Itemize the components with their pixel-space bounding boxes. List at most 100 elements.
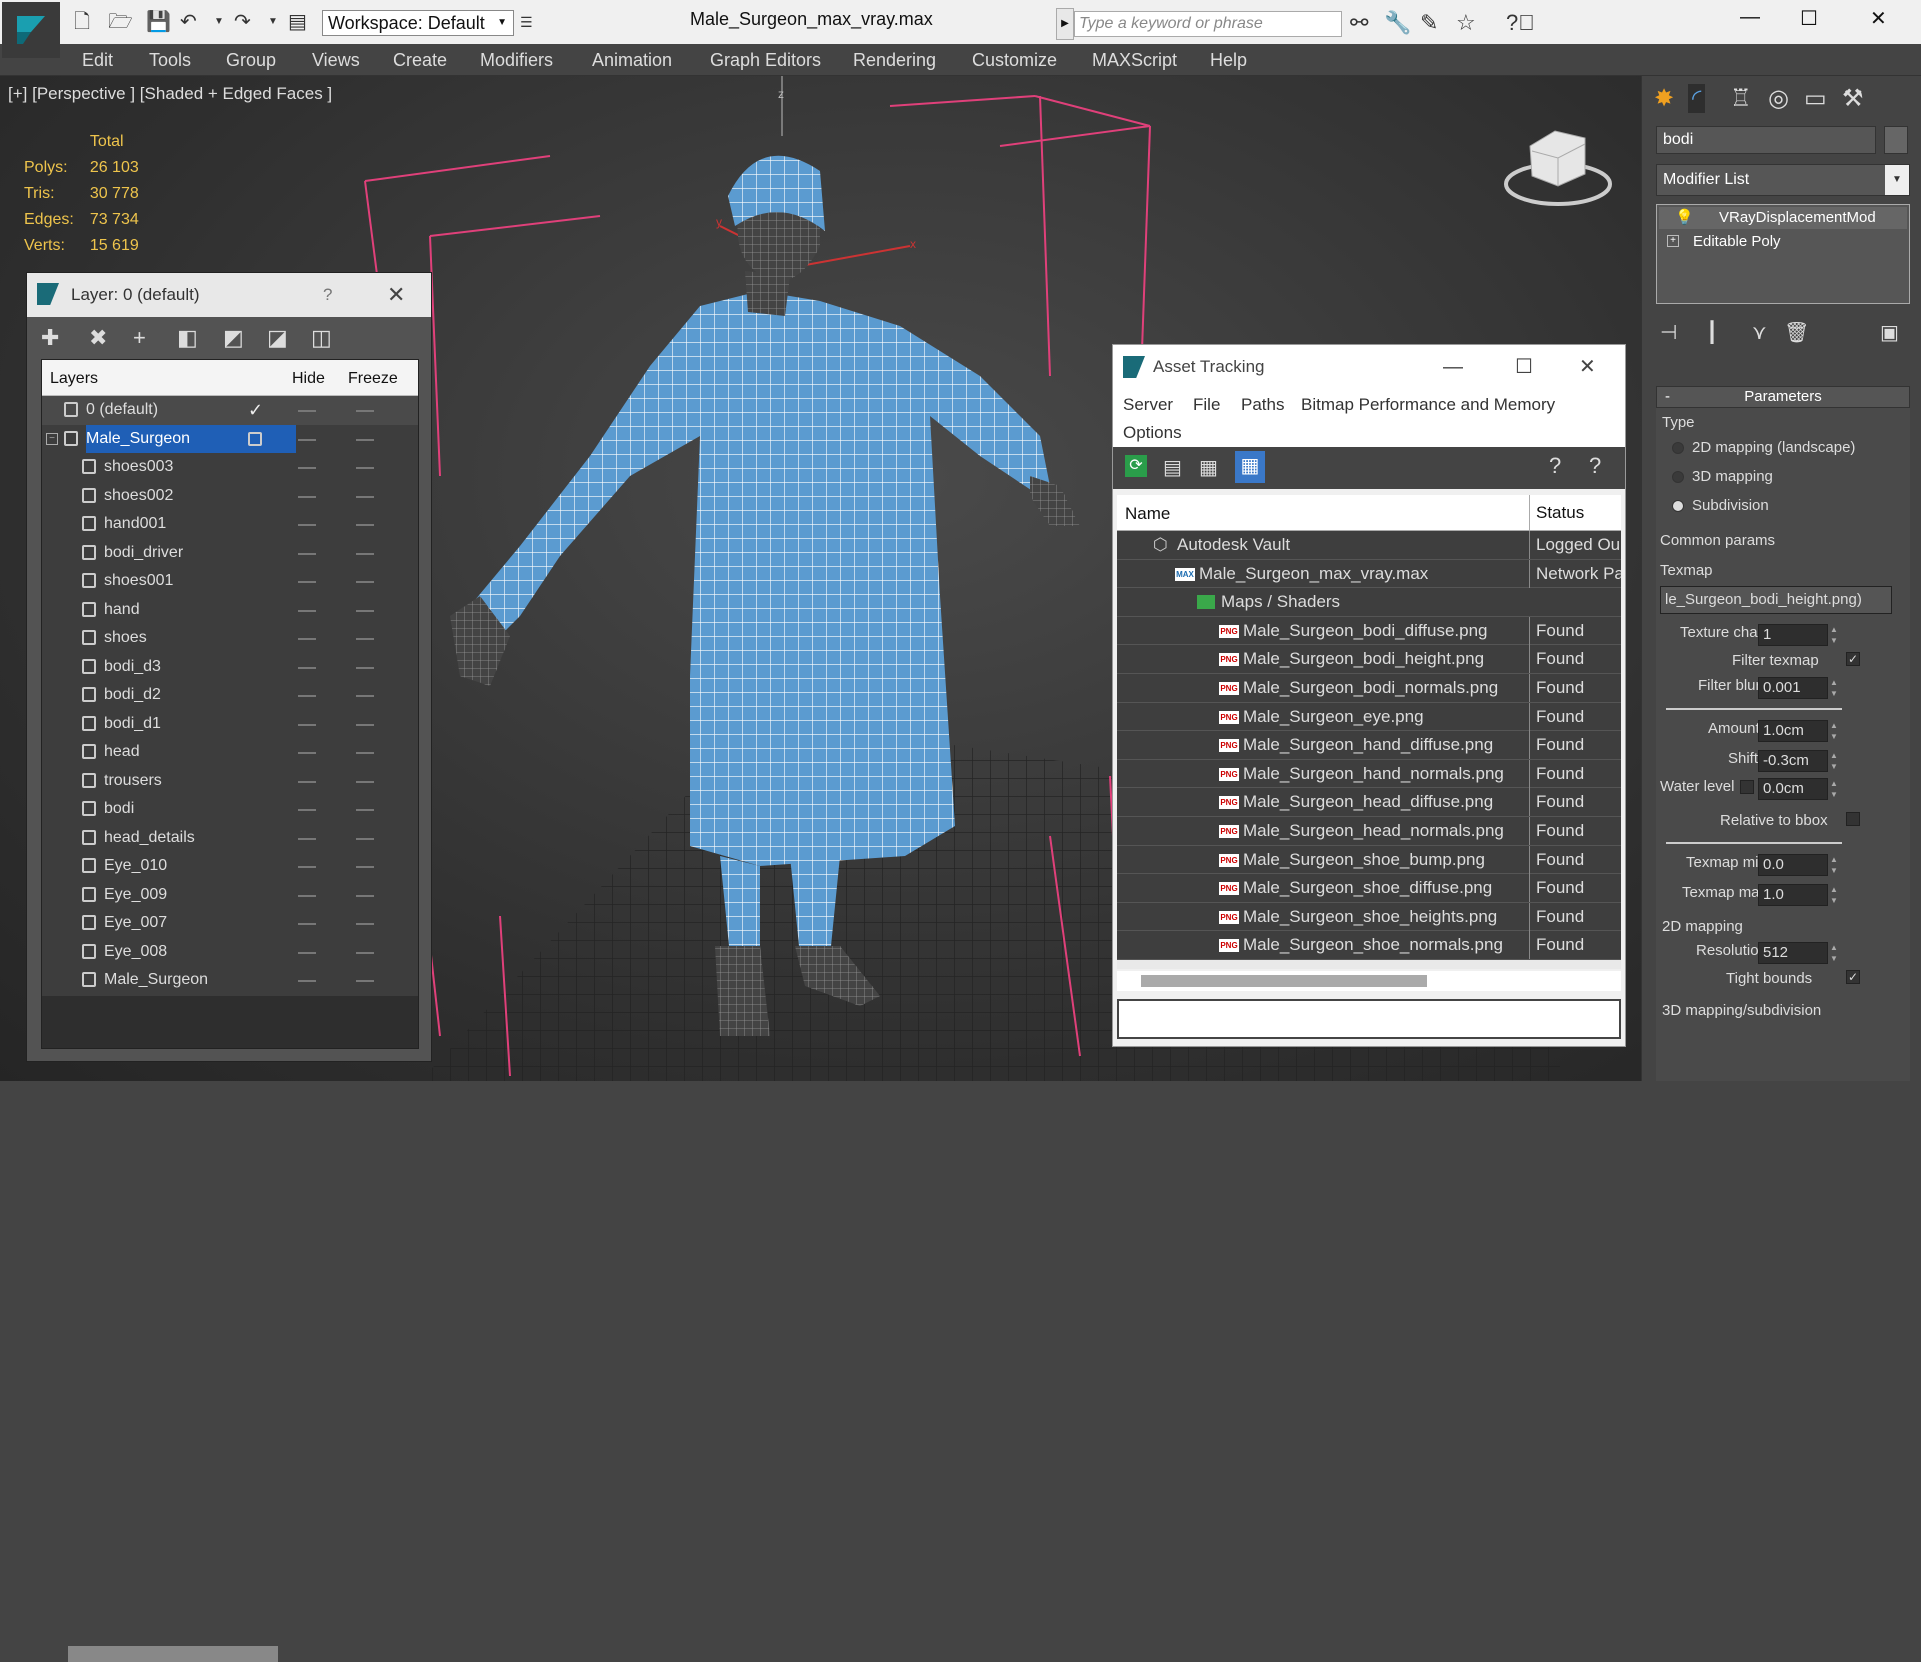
asset-row[interactable]: PNG Male_Surgeon_head_diffuse.png Found [1117, 788, 1621, 817]
hide-toggle[interactable] [298, 467, 316, 469]
layer-row[interactable]: hand [42, 596, 418, 625]
layer-row[interactable]: shoes [42, 624, 418, 653]
scroll-thumb[interactable] [1141, 975, 1427, 987]
radio-3d-mapping-label[interactable]: 3D mapping [1692, 468, 1773, 485]
filter-texmap-checkbox[interactable]: ✓ [1846, 652, 1860, 666]
list-view-icon[interactable]: ▤ [1163, 455, 1182, 480]
layer-name[interactable]: head [104, 738, 140, 766]
stack-item-vraydisplacementmod[interactable]: 💡 VRayDisplacementMod [1659, 207, 1907, 229]
asset-row[interactable]: PNG Male_Surgeon_shoe_normals.png Found [1117, 931, 1621, 960]
vault-help-icon[interactable]: ? [1549, 453, 1561, 479]
asset-row[interactable]: PNG Male_Surgeon_shoe_heights.png Found [1117, 902, 1621, 932]
spinner-arrows[interactable]: ▲ ▼ [1830, 778, 1840, 800]
radio-2d-mapping[interactable] [1672, 442, 1684, 454]
asset-help-icon[interactable]: ? [1589, 453, 1601, 479]
minimize-icon[interactable]: — [1443, 345, 1463, 389]
asset-path-field[interactable] [1117, 999, 1621, 1039]
spinner-arrows[interactable]: ▲ ▼ [1830, 677, 1840, 699]
asset-row[interactable]: MAX Male_Surgeon_max_vray.max Network Pa [1117, 559, 1621, 589]
spinner-arrows[interactable]: ▲ ▼ [1830, 884, 1840, 906]
workspace-menu-icon[interactable]: ☰ [520, 8, 533, 36]
layer-name[interactable]: 0 (default) [86, 396, 158, 424]
col-status[interactable]: Status [1529, 495, 1584, 531]
open-file-icon[interactable]: 🗁 [108, 8, 133, 36]
refresh-icon[interactable]: ⟳ [1125, 455, 1147, 477]
layer-row[interactable]: bodi_d3 [42, 653, 418, 682]
menu-server[interactable]: Server [1123, 395, 1173, 415]
asset-window-header[interactable]: Asset Tracking — ☐ ✕ [1113, 345, 1625, 389]
freeze-toggle[interactable] [356, 780, 374, 783]
layer-name[interactable]: bodi_driver [104, 539, 183, 567]
freeze-toggle[interactable] [356, 666, 374, 669]
layer-row[interactable]: bodi [42, 795, 418, 824]
asset-row[interactable]: Maps / Shaders [1117, 588, 1621, 617]
layer-name[interactable]: trousers [104, 767, 162, 795]
layer-name[interactable]: hand [104, 596, 140, 624]
menu-views[interactable]: Views [312, 50, 360, 71]
texture-chan-field[interactable]: 1 [1758, 624, 1828, 646]
asset-row[interactable]: PNG Male_Surgeon_eye.png Found [1117, 702, 1621, 732]
radio-2d-mapping-label[interactable]: 2D mapping (landscape) [1692, 439, 1855, 456]
asset-row[interactable]: PNG Male_Surgeon_bodi_normals.png Found [1117, 674, 1621, 703]
amount-field[interactable]: 1.0cm [1758, 720, 1828, 742]
hide-toggle[interactable] [298, 837, 316, 840]
parameters-header[interactable]: - Parameters [1656, 386, 1910, 408]
new-layer-icon[interactable]: ✚ [41, 325, 59, 351]
viewcube[interactable] [1504, 130, 1612, 206]
save-icon[interactable]: 💾 [146, 8, 171, 36]
select-objects-icon[interactable]: ◧ [177, 325, 198, 351]
freeze-toggle[interactable] [356, 866, 374, 868]
app-logo-icon[interactable] [2, 2, 60, 58]
hide-toggle[interactable] [298, 980, 316, 982]
layer-name[interactable]: Eye_008 [104, 938, 167, 966]
freeze-toggle[interactable] [356, 467, 374, 469]
filter-blur-field[interactable]: 0.001 [1758, 677, 1828, 699]
freeze-toggle[interactable] [356, 752, 374, 754]
col-freeze[interactable]: Freeze [348, 370, 398, 388]
asset-row[interactable]: PNG Male_Surgeon_hand_diffuse.png Found [1117, 731, 1621, 760]
radio-subdivision[interactable] [1672, 500, 1684, 512]
expand-plus-icon[interactable]: + [1667, 235, 1679, 247]
redo-icon[interactable]: ↷ [234, 8, 251, 36]
show-end-result-icon[interactable]: ┃ [1706, 320, 1718, 345]
layer-name[interactable]: Male_Surgeon [86, 424, 296, 453]
make-unique-icon[interactable]: ⋎ [1752, 320, 1767, 345]
object-color-swatch[interactable] [1884, 126, 1908, 154]
new-file-icon[interactable]: 🗋 [74, 8, 90, 36]
delete-layer-icon[interactable]: ✖ [89, 325, 107, 351]
radio-3d-mapping[interactable] [1672, 471, 1684, 483]
layer-row[interactable]: shoes001 [42, 567, 418, 596]
layer-row[interactable]: shoes002 [42, 482, 418, 511]
layer-row[interactable]: Male_Surgeon [42, 966, 418, 995]
close-icon[interactable]: ✕ [387, 273, 405, 317]
add-to-layer-icon[interactable]: + [133, 325, 146, 351]
active-check-icon[interactable]: ✓ [248, 396, 263, 424]
freeze-toggle[interactable] [356, 410, 374, 412]
close-icon[interactable]: ✕ [1870, 6, 1887, 31]
layer-name[interactable]: shoes002 [104, 482, 173, 510]
layer-name[interactable]: bodi_d2 [104, 681, 161, 709]
hide-toggle[interactable] [298, 638, 316, 640]
water-level-checkbox[interactable] [1740, 780, 1754, 794]
thumbnail-view-icon[interactable]: ▦ [1199, 455, 1218, 480]
layer-row[interactable]: 0 (default) ✓ [42, 396, 418, 425]
asset-row[interactable]: PNG Male_Surgeon_bodi_height.png Found [1117, 645, 1621, 674]
asset-row[interactable]: PNG Male_Surgeon_head_normals.png Found [1117, 817, 1621, 846]
layer-row[interactable]: Eye_010 [42, 852, 418, 881]
favorites-star-icon[interactable]: ☆ [1456, 10, 1476, 36]
hide-toggle[interactable] [298, 495, 316, 498]
menu-tools[interactable]: Tools [149, 50, 191, 71]
layer-row[interactable]: Eye_007 [42, 909, 418, 938]
menu-create[interactable]: Create [393, 50, 447, 71]
configure-sets-icon[interactable]: ▣ [1880, 320, 1899, 345]
hide-toggle[interactable] [298, 894, 316, 897]
spinner-arrows[interactable]: ▲ ▼ [1830, 720, 1840, 742]
layer-name[interactable]: bodi_d1 [104, 710, 161, 738]
horizontal-scrollbar[interactable] [68, 1646, 278, 1662]
spinner-arrows[interactable]: ▲ ▼ [1830, 624, 1840, 646]
freeze-toggle[interactable] [356, 552, 374, 555]
hierarchy-tab-icon[interactable]: ♖ [1730, 84, 1752, 113]
hide-toggle[interactable] [298, 866, 316, 868]
layer-name[interactable]: shoes001 [104, 567, 173, 595]
col-layers[interactable]: Layers [50, 370, 98, 388]
